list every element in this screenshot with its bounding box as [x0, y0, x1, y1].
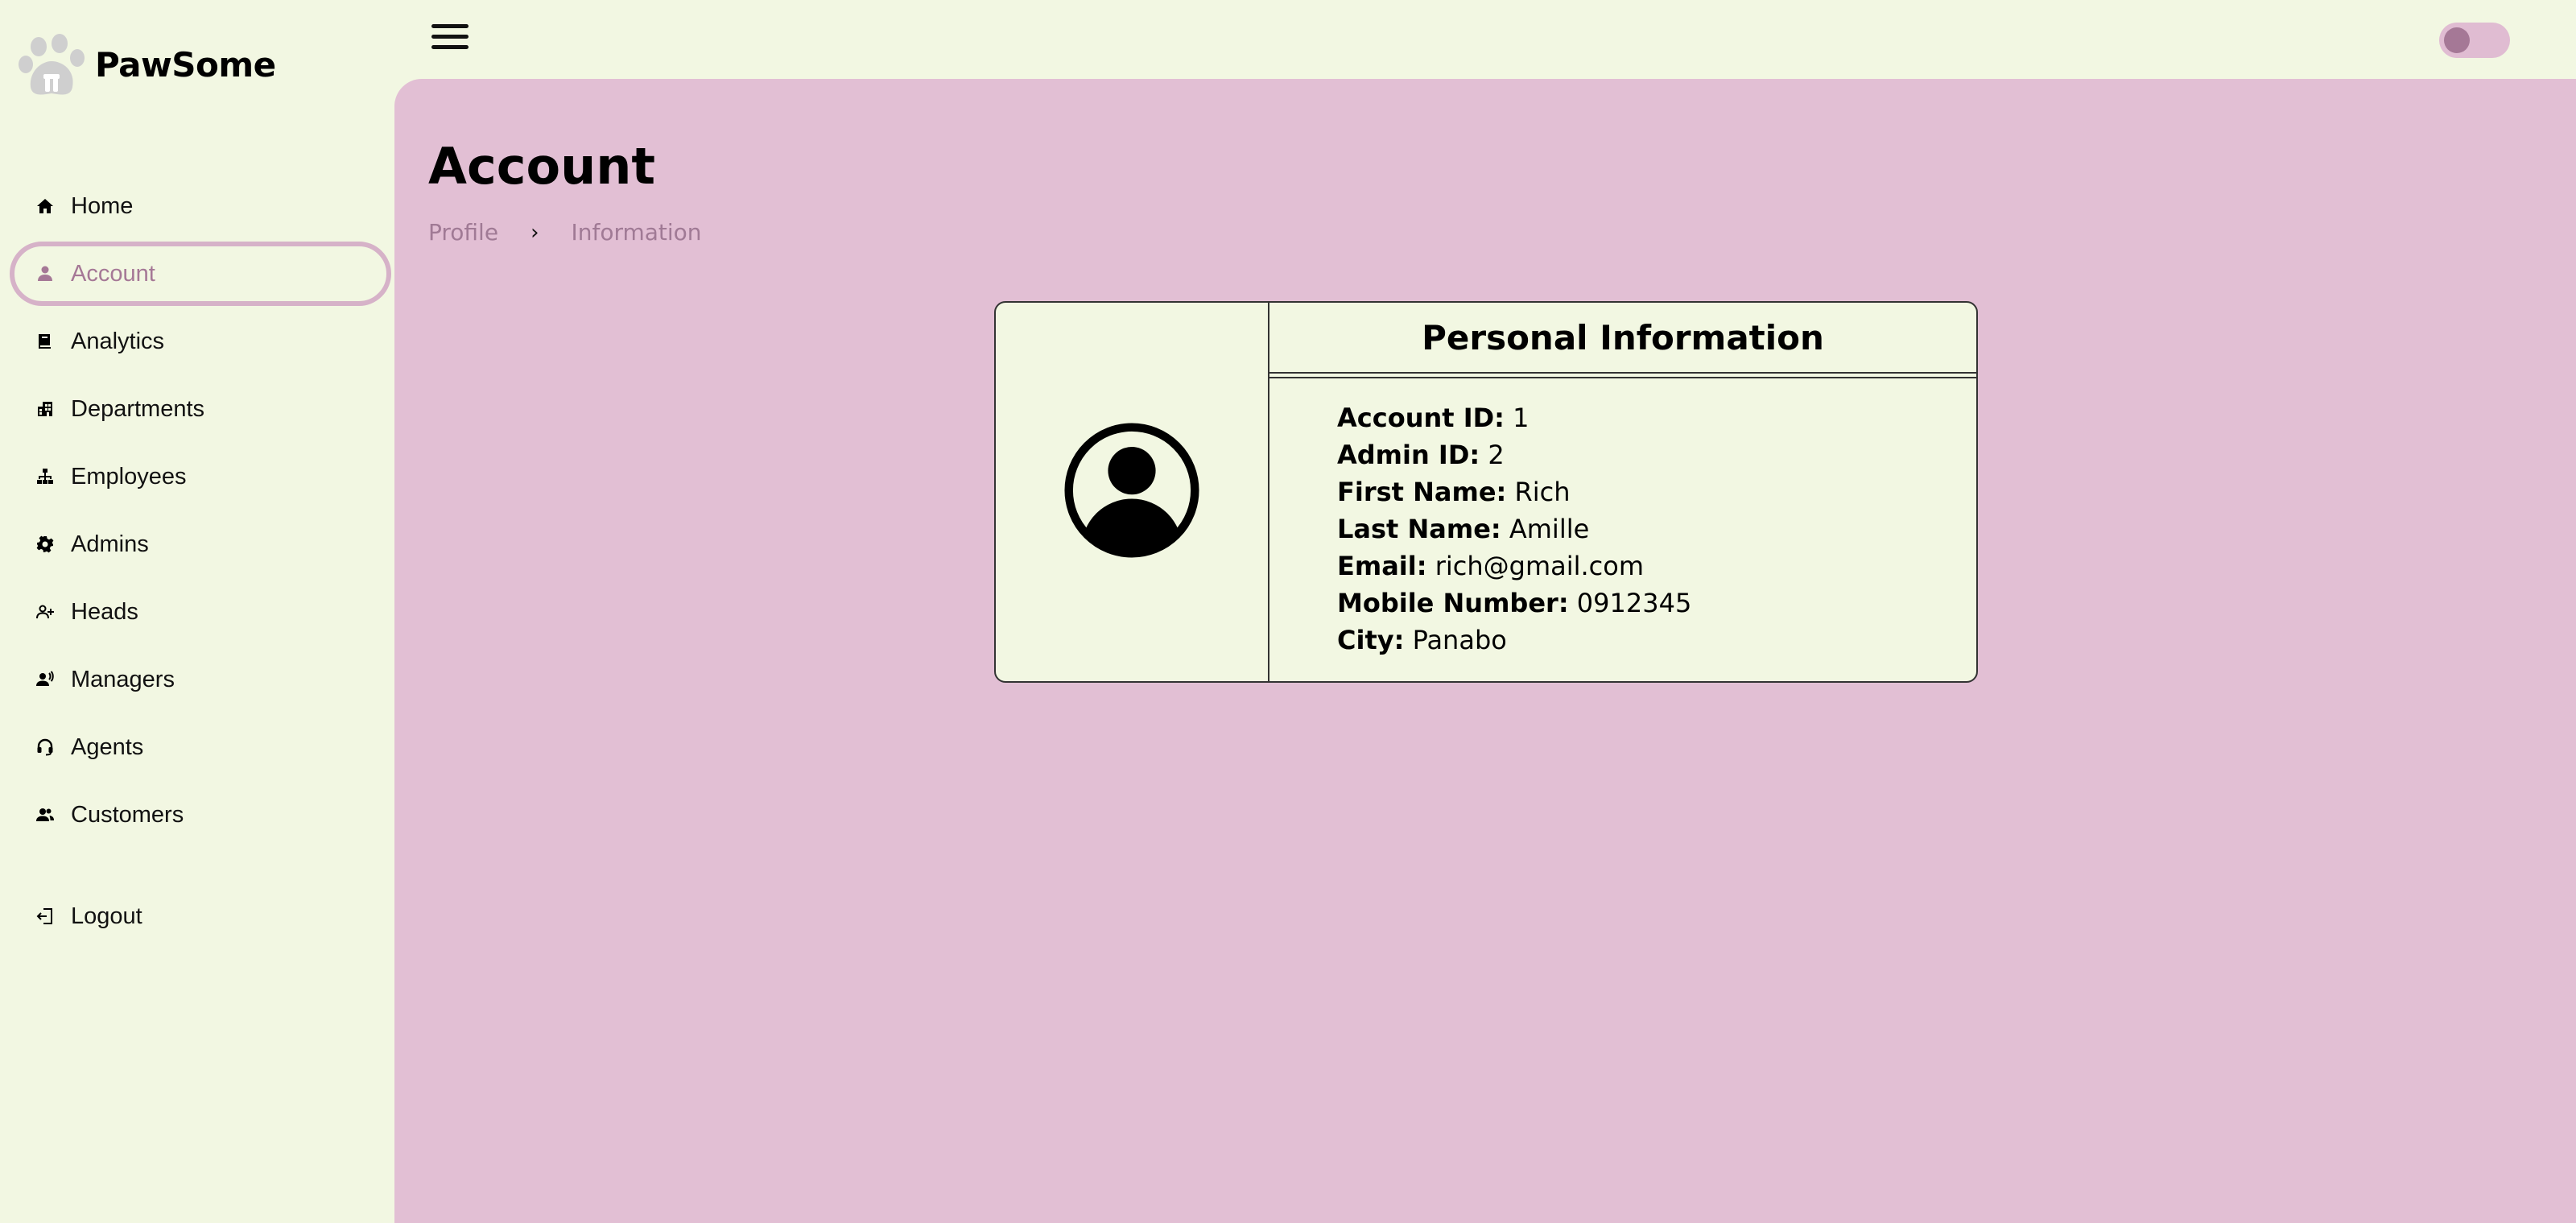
field-first-name: First Name: Rich: [1337, 473, 1976, 510]
page-title: Account: [428, 137, 655, 196]
field-city: City: Panabo: [1337, 622, 1976, 659]
chevron-right-icon: ›: [530, 220, 539, 245]
sidebar-item-account[interactable]: Account: [0, 240, 394, 308]
field-label: Admin ID:: [1337, 440, 1480, 470]
field-value: rich@gmail.com: [1435, 551, 1645, 581]
person-add-icon: [32, 599, 58, 625]
sidebar: PawSome Home Account Analytics Departmen…: [0, 0, 394, 1223]
field-admin-id: Admin ID: 2: [1337, 436, 1976, 473]
sidebar-item-admins[interactable]: Admins: [0, 510, 394, 578]
hamburger-menu-icon[interactable]: [431, 24, 469, 56]
sidebar-item-label: Agents: [71, 733, 144, 760]
sidebar-item-label: Employees: [71, 463, 187, 490]
breadcrumb-information[interactable]: Information: [571, 219, 701, 246]
sidebar-item-label: Heads: [71, 598, 138, 625]
card-title: Personal Information: [1422, 317, 1824, 357]
toggle-knob: [2444, 27, 2470, 53]
theme-toggle[interactable]: [2439, 23, 2510, 58]
sidebar-item-employees[interactable]: Employees: [0, 443, 394, 510]
field-label: Email:: [1337, 551, 1427, 581]
field-label: Mobile Number:: [1337, 588, 1569, 618]
sidebar-item-managers[interactable]: Managers: [0, 646, 394, 713]
logout-icon: [32, 903, 58, 929]
sidebar-item-label: Logout: [71, 903, 142, 929]
field-mobile-number: Mobile Number: 0912345: [1337, 585, 1976, 622]
headset-icon: [32, 734, 58, 760]
field-label: City:: [1337, 625, 1405, 655]
sidebar-item-heads[interactable]: Heads: [0, 578, 394, 646]
field-value: Amille: [1509, 514, 1590, 544]
gear-icon: [32, 531, 58, 557]
field-account-id: Account ID: 1: [1337, 399, 1976, 436]
field-label: Account ID:: [1337, 403, 1505, 433]
field-value: Panabo: [1412, 625, 1507, 655]
field-email: Email: rich@gmail.com: [1337, 547, 1976, 585]
field-value: Rich: [1514, 477, 1571, 507]
avatar-panel: [996, 303, 1269, 681]
sidebar-item-label: Analytics: [71, 328, 165, 354]
sidebar-nav: Home Account Analytics Departments Emplo…: [0, 172, 394, 950]
speaker-person-icon: [32, 667, 58, 692]
sidebar-item-analytics[interactable]: Analytics: [0, 308, 394, 375]
sidebar-item-label: Managers: [71, 666, 175, 692]
sidebar-item-agents[interactable]: Agents: [0, 713, 394, 781]
card-body: Account ID: 1 Admin ID: 2 First Name: Ri…: [1269, 377, 1976, 681]
field-value: 0912345: [1576, 588, 1692, 618]
field-value: 2: [1488, 440, 1505, 470]
sidebar-item-label: Departments: [71, 395, 205, 422]
person-icon: [32, 261, 58, 287]
home-icon: [32, 193, 58, 219]
sidebar-item-label: Customers: [71, 801, 184, 828]
book-icon: [32, 328, 58, 354]
sidebar-item-label: Account: [71, 260, 155, 287]
people-icon: [32, 802, 58, 828]
paw-logo-icon: [19, 34, 85, 95]
sidebar-item-customers[interactable]: Customers: [0, 781, 394, 849]
sidebar-item-label: Admins: [71, 531, 149, 557]
field-label: First Name:: [1337, 477, 1507, 507]
personal-info-card: Personal Information Account ID: 1 Admin…: [994, 301, 1978, 683]
breadcrumb-profile[interactable]: Profile: [428, 219, 498, 246]
sidebar-item-logout[interactable]: Logout: [0, 882, 394, 950]
main-content: Account Profile › Information Personal I…: [394, 79, 2576, 1223]
user-avatar-icon: [1062, 420, 1202, 564]
sidebar-item-home[interactable]: Home: [0, 172, 394, 240]
field-last-name: Last Name: Amille: [1337, 510, 1976, 547]
org-chart-icon: [32, 464, 58, 490]
brand-name: PawSome: [95, 44, 276, 85]
field-label: Last Name:: [1337, 514, 1501, 544]
brand[interactable]: PawSome: [14, 31, 276, 98]
card-header: Personal Information: [1269, 303, 1976, 374]
building-icon: [32, 396, 58, 422]
field-value: 1: [1513, 403, 1530, 433]
sidebar-item-departments[interactable]: Departments: [0, 375, 394, 443]
sidebar-item-label: Home: [71, 192, 134, 219]
breadcrumb: Profile › Information: [428, 219, 702, 246]
